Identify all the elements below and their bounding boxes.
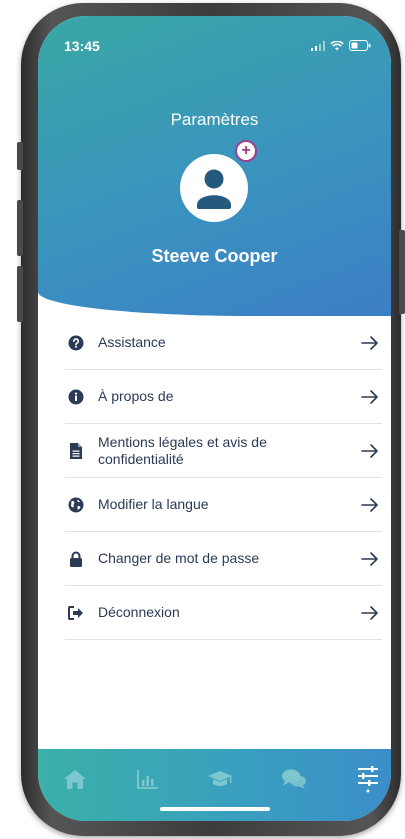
volume-down-button	[17, 266, 23, 322]
menu-item-label: À propos de	[98, 388, 174, 404]
arrow-right-icon	[361, 605, 378, 620]
arrow-right-icon	[361, 335, 378, 350]
mute-switch	[17, 142, 23, 170]
avatar[interactable]	[180, 154, 248, 222]
status-bar: 13:45	[64, 38, 371, 54]
page-title: Paramètres	[170, 110, 259, 129]
info-circle-icon	[68, 389, 84, 405]
tab-home[interactable]	[62, 767, 88, 791]
app-screen: 13:45 Paramètres + Steeve Cooper Assista…	[38, 16, 391, 821]
signal-icon	[311, 40, 325, 51]
user-icon	[197, 169, 231, 209]
menu-item-about[interactable]: À propos de	[65, 370, 382, 424]
add-photo-badge[interactable]: +	[235, 140, 257, 162]
profile-header: 13:45 Paramètres + Steeve Cooper	[38, 16, 391, 316]
settings-sliders-icon	[358, 766, 378, 793]
lock-icon	[68, 551, 84, 567]
tab-learning[interactable]	[207, 767, 233, 791]
globe-icon	[68, 497, 84, 513]
menu-item-logout[interactable]: Déconnexion	[65, 586, 382, 640]
menu-item-label: Mentions légales et avis de confidential…	[98, 433, 267, 467]
settings-menu: Assistance À propos de Mentions légales …	[65, 316, 382, 640]
menu-item-label: Modifier la langue	[98, 496, 209, 512]
arrow-right-icon	[361, 389, 378, 404]
home-icon	[64, 770, 86, 789]
volume-up-button	[17, 200, 23, 256]
tab-bar	[38, 749, 391, 821]
menu-item-legal[interactable]: Mentions légales et avis de confidential…	[65, 424, 382, 478]
status-icons	[311, 40, 371, 51]
menu-item-label: Déconnexion	[98, 604, 180, 620]
menu-item-label: Assistance	[98, 334, 166, 350]
menu-item-password[interactable]: Changer de mot de passe	[65, 532, 382, 586]
graduation-cap-icon	[208, 771, 232, 786]
arrow-right-icon	[361, 497, 378, 512]
bar-chart-icon	[137, 770, 158, 789]
battery-icon	[349, 40, 371, 51]
chat-bubbles-icon	[282, 769, 306, 789]
menu-item-language[interactable]: Modifier la langue	[65, 478, 382, 532]
power-button	[399, 230, 405, 314]
arrow-right-icon	[361, 551, 378, 566]
menu-item-assistance[interactable]: Assistance	[65, 316, 382, 370]
user-name: Steeve Cooper	[151, 246, 278, 266]
tab-messages[interactable]	[281, 767, 307, 791]
question-circle-icon	[68, 335, 84, 351]
arrow-right-icon	[361, 443, 378, 458]
tab-statistics[interactable]	[135, 767, 161, 791]
menu-item-label: Changer de mot de passe	[98, 550, 260, 566]
status-time: 13:45	[64, 38, 100, 54]
sign-out-icon	[68, 605, 84, 621]
home-indicator[interactable]	[160, 807, 270, 811]
wifi-icon	[330, 40, 344, 50]
document-icon	[68, 442, 84, 459]
tab-settings[interactable]	[355, 766, 381, 793]
